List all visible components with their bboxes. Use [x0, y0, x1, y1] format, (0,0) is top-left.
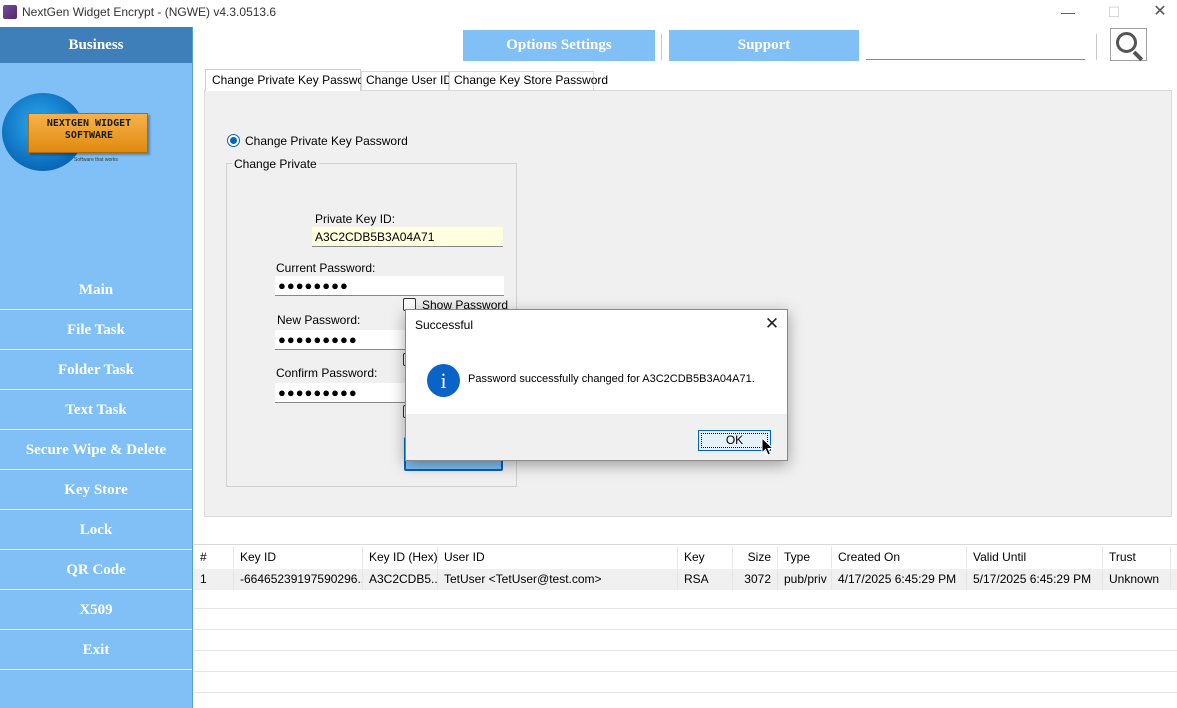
change-private-key-radio[interactable]: [227, 134, 240, 147]
logo-tagline: Software that works: [74, 157, 118, 163]
sidebar-item-file-task[interactable]: File Task: [0, 310, 192, 350]
minimize-button[interactable]: —: [1045, 0, 1091, 25]
tab-change-private-key-password[interactable]: Change Private Key Password: [205, 69, 375, 91]
sidebar-item-x509[interactable]: X509: [0, 590, 192, 630]
private-key-id-label: Private Key ID:: [315, 212, 396, 226]
cell-index: 1: [194, 569, 234, 590]
col-valid-until[interactable]: Valid Until: [967, 547, 1103, 568]
close-window-button[interactable]: ✕: [1137, 0, 1177, 25]
app-icon: [3, 5, 17, 19]
cell-user-id: TetUser <TetUser@test.com>: [438, 569, 678, 590]
new-password-label: New Password:: [277, 313, 361, 327]
support-button[interactable]: Support: [669, 30, 859, 61]
col-type[interactable]: Type: [778, 547, 832, 568]
logo-badge: NEXTGEN WIDGET SOFTWARE: [28, 113, 148, 153]
window-title: NextGen Widget Encrypt - (NGWE) v4.3.051…: [22, 5, 277, 19]
change-private-key-radio-label: Change Private Key Password: [245, 134, 408, 148]
cell-key-id: -66465239197590296...: [234, 569, 363, 590]
cell-type: pub/priv: [778, 569, 832, 590]
table-header: # Key ID Key ID (Hex) User ID Key Size T…: [194, 547, 1177, 568]
sidebar-item-main[interactable]: Main: [0, 270, 192, 310]
success-dialog: Successful ✕ i Password successfully cha…: [405, 309, 788, 461]
col-key-id[interactable]: Key ID: [234, 547, 363, 568]
change-private-group-label: Change Private: [232, 157, 319, 171]
key-table: # Key ID Key ID (Hex) User ID Key Size T…: [194, 544, 1177, 708]
table-row-divider: [194, 650, 1177, 651]
col-index[interactable]: #: [194, 547, 234, 568]
cell-size: 3072: [733, 569, 778, 590]
search-input[interactable]: [866, 30, 1085, 60]
col-trust[interactable]: Trust: [1103, 547, 1171, 568]
tab-change-user-id[interactable]: Change User ID: [361, 71, 452, 90]
table-row[interactable]: 1 -66465239197590296... A3C2CDB5... TetU…: [194, 569, 1177, 590]
sidebar-item-secure-wipe[interactable]: Secure Wipe & Delete: [0, 430, 192, 470]
options-settings-button[interactable]: Options Settings: [463, 30, 655, 61]
table-row-divider: [194, 692, 1177, 693]
dialog-message: Password successfully changed for A3C2CD…: [468, 373, 755, 385]
cell-created-on: 4/17/2025 6:45:29 PM: [832, 569, 967, 590]
current-password-field[interactable]: [275, 276, 504, 296]
logo-title-line2: SOFTWARE: [64, 130, 114, 141]
table-row-divider: [194, 629, 1177, 630]
info-icon: i: [427, 364, 460, 397]
col-user-id[interactable]: User ID: [438, 547, 678, 568]
sidebar-item-exit[interactable]: Exit: [0, 630, 192, 670]
logo-title-line1: NEXTGEN WIDGET: [46, 118, 132, 129]
search-button[interactable]: [1110, 28, 1147, 62]
sidebar-item-folder-task[interactable]: Folder Task: [0, 350, 192, 390]
confirm-password-label: Confirm Password:: [276, 366, 378, 380]
table-row-divider: [194, 608, 1177, 609]
close-icon[interactable]: ✕: [762, 315, 782, 335]
col-created-on[interactable]: Created On: [832, 547, 967, 568]
toolbar-divider: [1096, 34, 1097, 60]
current-password-label: Current Password:: [276, 261, 376, 275]
col-key[interactable]: Key: [678, 547, 733, 568]
cell-trust: Unknown: [1103, 569, 1171, 590]
sidebar-item-qr-code[interactable]: QR Code: [0, 550, 192, 590]
col-size[interactable]: Size: [733, 547, 778, 568]
cell-valid-until: 5/17/2025 6:45:29 PM: [967, 569, 1103, 590]
search-icon: [1116, 32, 1137, 53]
private-key-id-field[interactable]: [312, 227, 503, 247]
toolbar-divider: [661, 34, 662, 60]
edition-label: Business: [0, 27, 192, 63]
sidebar-item-lock[interactable]: Lock: [0, 510, 192, 550]
cell-key-id-hex: A3C2CDB5...: [363, 569, 438, 590]
company-logo: NEXTGEN WIDGET SOFTWARE Software that wo…: [0, 89, 160, 174]
mouse-cursor-icon: [761, 437, 774, 456]
dialog-title: Successful: [415, 318, 474, 332]
sidebar-nav: Main File Task Folder Task Text Task Sec…: [0, 270, 192, 670]
dialog-footer: OK: [406, 414, 787, 460]
app-window: NextGen Widget Encrypt - (NGWE) v4.3.051…: [0, 0, 1177, 708]
table-row-divider: [194, 671, 1177, 672]
title-bar: NextGen Widget Encrypt - (NGWE) v4.3.051…: [0, 0, 1177, 25]
maximize-button: ☐: [1107, 4, 1121, 20]
sidebar: Business NEXTGEN WIDGET SOFTWARE Softwar…: [0, 27, 193, 708]
tab-change-key-store-password[interactable]: Change Key Store Password: [449, 71, 608, 90]
cell-key: RSA: [678, 569, 733, 590]
sidebar-item-key-store[interactable]: Key Store: [0, 470, 192, 510]
col-key-id-hex[interactable]: Key ID (Hex): [363, 547, 438, 568]
sidebar-item-text-task[interactable]: Text Task: [0, 390, 192, 430]
